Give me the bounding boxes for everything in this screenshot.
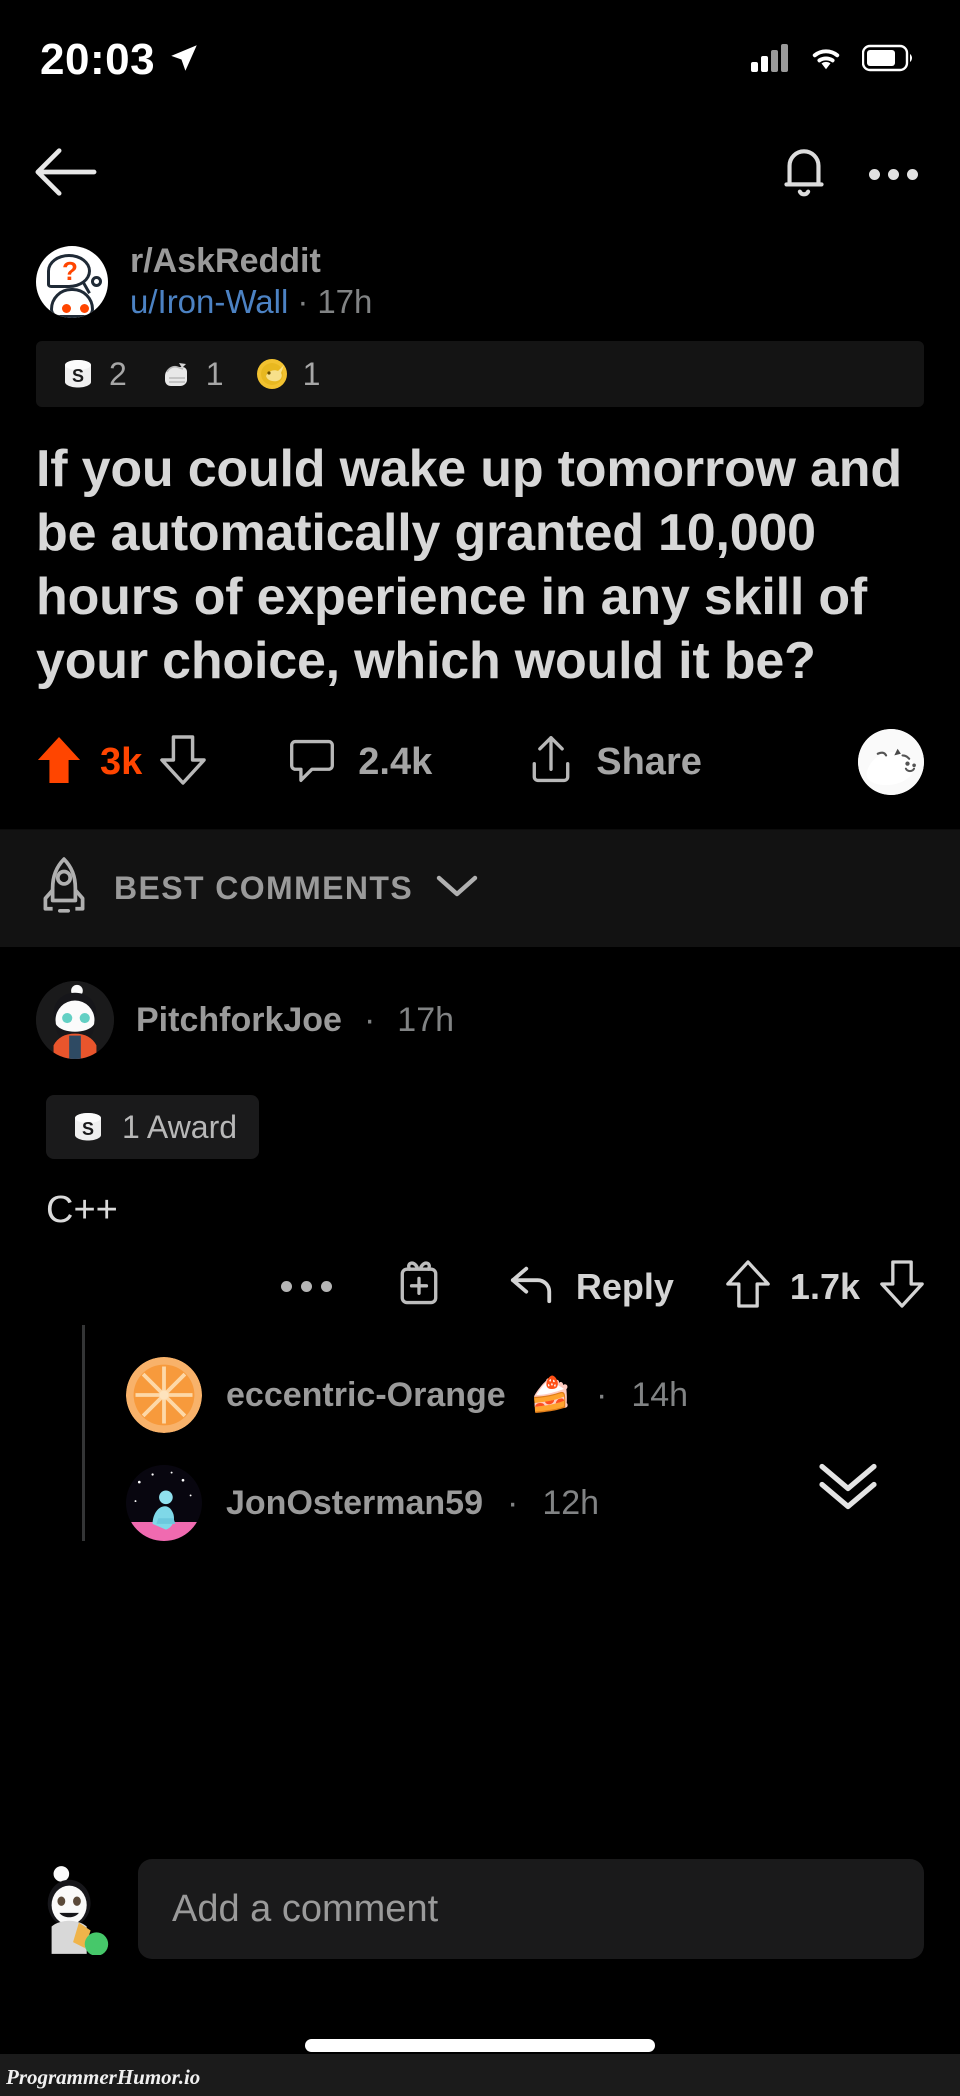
comment-composer: Add a comment [0,1834,960,1984]
comment-score: 1.7k [789,1265,860,1307]
downvote-arrow-icon[interactable] [880,1258,924,1315]
location-arrow-icon [167,41,201,80]
reply-button[interactable]: Reply [506,1261,674,1312]
battery-icon [861,44,914,77]
give-award-icon[interactable] [394,1258,444,1315]
cat-avatar-icon[interactable] [858,729,924,795]
status-bar-clock: 20:03 [40,35,156,84]
post-vote-group: 3k [36,732,207,793]
svg-text:S: S [72,366,84,386]
reply-label: Reply [575,1265,674,1307]
upvote-arrow-filled-icon[interactable] [36,732,82,793]
cellular-signal-icon [750,43,790,78]
post-comment-count: 2.4k [358,740,433,783]
watermark-text: ProgrammerHumor.io [6,2065,201,2089]
bearded-snoo-avatar-icon[interactable] [36,981,114,1059]
rocket-icon [36,855,92,922]
comment-action-bar: Reply 1.7k [36,1232,924,1325]
comment-item: PitchforkJoe · 17h S 1 Award C++ Reply 1… [0,947,960,1541]
navigation-actions [773,141,918,208]
more-horizontal-icon[interactable] [280,1281,332,1292]
status-bar-left: 20:03 [40,35,201,85]
post-author[interactable]: u/Iron-Wall [130,283,288,321]
comment-author[interactable]: PitchforkJoe [136,1001,342,1040]
more-horizontal-icon[interactable] [869,168,918,180]
share-icon [528,734,574,791]
comment-bubble-icon [288,736,336,789]
comment-award-badge[interactable]: S 1 Award [46,1095,260,1159]
comment-separator: · [363,1000,376,1039]
add-comment-input[interactable]: Add a comment [138,1859,924,1959]
award-chip-wholesome[interactable]: 1 [155,354,242,394]
reply-item[interactable]: eccentric-Orange 🍰 · 14h [126,1325,924,1433]
silver-award-icon: S [75,1113,101,1141]
reply-author[interactable]: eccentric-Orange [226,1376,506,1415]
subreddit-avatar[interactable]: ? [36,245,108,318]
status-bar-right [750,43,914,78]
post-meta: r/AskReddit u/Iron-Wall · 17h [130,242,372,321]
post-score: 3k [100,740,143,783]
award-count: 1 [302,355,321,392]
snoo-user-avatar-icon[interactable] [36,1863,114,1956]
silver-award-icon: S [65,360,91,388]
comments-list: PitchforkJoe · 17h S 1 Award C++ Reply 1… [0,947,960,1541]
home-indicator [305,2039,655,2052]
downvote-arrow-icon[interactable] [160,732,207,793]
reply-item[interactable]: JonOsterman59 · 12h [126,1433,924,1541]
upvote-arrow-icon[interactable] [726,1258,770,1315]
reply-thread: eccentric-Orange 🍰 · 14h JonOsterman59 ·… [82,1325,924,1541]
add-comment-placeholder: Add a comment [172,1887,439,1930]
award-chip-narwhal[interactable]: 1 [252,354,339,394]
post-awards-bar[interactable]: S 2 1 1 [36,341,924,407]
award-count: 1 [205,355,224,392]
comment-timestamp: 17h [397,1000,455,1039]
post-action-bar: 3k 2.4k Share [0,693,960,829]
reply-timestamp: 14h [631,1375,689,1414]
post-share-label: Share [596,740,702,783]
reply-author[interactable]: JonOsterman59 [226,1484,483,1523]
chevron-down-icon[interactable] [435,871,479,906]
reddit-post-screen: 20:03 ? r/AskReddit u/Iron-Wall · 17h S … [0,0,960,2096]
wifi-icon [806,43,846,78]
navigation-bar [0,120,960,228]
comment-vote-group: 1.7k [726,1258,924,1315]
reply-separator: · [596,1375,608,1414]
orange-slice-avatar-icon[interactable] [126,1357,202,1433]
comment-sort-label: BEST COMMENTS [114,870,414,906]
post-container: ? r/AskReddit u/Iron-Wall · 17h S 2 1 1 … [0,228,960,829]
blue-figure-avatar-icon[interactable] [126,1465,202,1541]
post-byline: u/Iron-Wall · 17h [130,283,372,321]
post-comments-button[interactable]: 2.4k [288,736,432,789]
award-count: 2 [109,355,127,392]
status-bar: 20:03 [0,0,960,120]
comment-body: C++ [46,1189,118,1231]
post-title: If you could wake up tomorrow and be aut… [36,440,902,690]
reply-separator: · [507,1483,519,1522]
award-chip-silver[interactable]: S 2 [58,354,145,394]
comment-header: PitchforkJoe · 17h [36,981,924,1059]
bell-icon[interactable] [773,141,835,208]
reply-timestamp: 12h [542,1483,600,1522]
cake-day-icon: 🍰 [529,1376,573,1414]
post-timestamp: 17h [317,283,373,320]
double-chevron-down-icon[interactable] [812,1455,884,1520]
byline-separator: · [297,283,309,320]
back-arrow-icon[interactable] [32,144,98,205]
comment-award-label: 1 Award [122,1108,238,1145]
gold-narwhal-award-icon [256,359,287,389]
subreddit-name[interactable]: r/AskReddit [130,242,372,281]
post-share-button[interactable]: Share [528,734,702,791]
svg-text:S: S [82,1119,94,1139]
wholesome-fist-award-icon [164,363,187,386]
comment-sort-bar[interactable]: BEST COMMENTS [0,829,960,947]
reply-arrow-icon [506,1261,558,1312]
post-header: ? r/AskReddit u/Iron-Wall · 17h [0,228,960,321]
